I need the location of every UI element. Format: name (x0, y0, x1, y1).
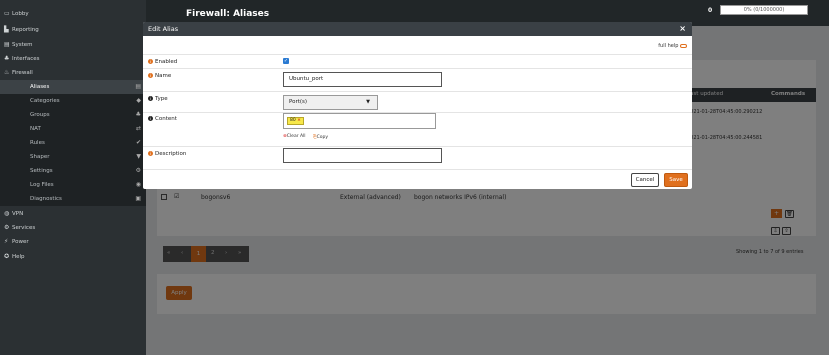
sidebar-item-label: Interfaces (12, 56, 40, 62)
life-ring-icon: ✪ (4, 253, 10, 260)
eye-icon: ◉ (135, 181, 141, 188)
sidebar-item-label: Services (12, 225, 36, 231)
fire-icon: ♨ (4, 69, 10, 76)
sidebar-item-label: Power (12, 239, 29, 245)
form-row-type: i Type Port(s) ▼ (143, 91, 692, 112)
sidebar-item-label: System (12, 42, 33, 48)
sidebar-item-firewall[interactable]: ♨ Firewall (0, 66, 146, 80)
sidebar-item-label: Help (12, 254, 25, 260)
sidebar-item-label: Diagnostics (30, 196, 62, 202)
check-icon: ✔ (135, 139, 141, 146)
sidebar-item-label: VPN (12, 211, 24, 217)
cogs-icon: ⚙ (135, 167, 141, 174)
sidebar-item-diagnostics[interactable]: Diagnostics ▣ (0, 192, 146, 207)
toggle-off-icon (680, 43, 687, 48)
enabled-label: i Enabled (148, 59, 178, 65)
full-help-label: full help (658, 43, 679, 49)
plug-icon: ⚡ (4, 238, 9, 245)
name-input[interactable]: Ubuntu_port (283, 72, 442, 87)
content-tag[interactable]: 80 × (287, 117, 304, 125)
sidebar-item-power[interactable]: ⚡ Power (0, 235, 146, 249)
sidebar-item-label: Groups (30, 112, 50, 118)
info-icon[interactable]: i (148, 59, 153, 64)
enabled-checkbox[interactable]: ✓ (283, 58, 289, 64)
tag-icon: ◆ (136, 97, 141, 104)
form-row-enabled: i Enabled ✓ (143, 54, 692, 68)
sidebar-item-label: Aliases (30, 84, 50, 90)
usage-bar: 0% (0/1000000) (720, 5, 808, 15)
remove-tag-icon[interactable]: × (297, 118, 301, 123)
info-icon[interactable]: i (148, 116, 153, 121)
laptop-icon: ▭ (4, 10, 10, 17)
full-help-toggle[interactable]: full help (658, 43, 687, 49)
form-row-content: i Content 80 × ⊗Clear All ⎘Copy (143, 112, 692, 146)
sidebar: ▭ Lobby ▙ Reporting ▤ System ♣ Interfaces ♨ F… (0, 0, 146, 355)
sidebar-item-categories[interactable]: Categories ◆ (0, 94, 146, 109)
page-title: Firewall: Aliases (186, 9, 270, 19)
dialog-title: Edit Alias (148, 25, 179, 33)
globe-icon: ◍ (4, 210, 10, 217)
content-label: i Content (148, 116, 177, 122)
info-icon[interactable]: i (148, 151, 153, 156)
description-input[interactable] (283, 148, 442, 163)
sidebar-item-label: NAT (30, 126, 41, 132)
type-select[interactable]: Port(s) ▼ (283, 95, 378, 110)
exchange-icon: ⇄ (135, 125, 141, 132)
sitemap-icon: ♣ (4, 55, 10, 62)
chart-icon: ▙ (4, 26, 9, 33)
sidebar-item-aliases[interactable]: Aliases ▤ (0, 80, 146, 95)
form-row-description: i Description (143, 146, 692, 169)
sidebar-item-vpn[interactable]: ◍ VPN (0, 207, 146, 221)
sidebar-item-help[interactable]: ✪ Help (0, 250, 146, 264)
form-row-name: i Name Ubuntu_port (143, 68, 692, 91)
medkit-icon: ▣ (135, 195, 141, 202)
sidebar-item-log-files[interactable]: Log Files ◉ (0, 178, 146, 193)
sidebar-item-services[interactable]: ⚙ Services (0, 221, 146, 235)
sidebar-item-interfaces[interactable]: ♣ Interfaces (0, 52, 146, 66)
sidebar-item-shaper[interactable]: Shaper ▼ (0, 150, 146, 165)
sidebar-item-rules[interactable]: Rules ✔ (0, 136, 146, 151)
sidebar-item-label: Log Files (30, 182, 54, 188)
sidebar-item-label: Shaper (30, 154, 50, 160)
clear-all-link[interactable]: ⊗Clear All (283, 134, 306, 139)
sidebar-item-label: Settings (30, 168, 53, 174)
sidebar-item-nat[interactable]: NAT ⇄ (0, 122, 146, 137)
sidebar-item-label: Rules (30, 140, 45, 146)
dialog-header: Edit Alias × (143, 22, 692, 36)
sidebar-item-label: Firewall (12, 70, 33, 76)
close-icon[interactable]: × (679, 22, 686, 36)
type-label: i Type (148, 96, 168, 102)
info-icon[interactable]: i (148, 96, 153, 101)
counter-badge: 0 (708, 7, 713, 14)
cancel-button[interactable]: Cancel (631, 173, 659, 187)
description-label: i Description (148, 151, 187, 157)
list-icon: ▤ (135, 83, 141, 90)
dialog-footer: Cancel Save (143, 169, 692, 189)
sidebar-item-groups[interactable]: Groups ♣ (0, 108, 146, 123)
name-label: i Name (148, 73, 172, 79)
sidebar-item-label: Categories (30, 98, 60, 104)
sidebar-item-label: Lobby (12, 11, 29, 17)
info-icon[interactable]: i (148, 73, 153, 78)
sidebar-item-system[interactable]: ▤ System (0, 38, 146, 52)
sidebar-item-settings[interactable]: Settings ⚙ (0, 164, 146, 179)
copy-link[interactable]: ⎘Copy (313, 134, 328, 140)
filter-icon: ▼ (136, 153, 141, 160)
edit-alias-dialog: Edit Alias × full help i Enabled ✓ i Name … (143, 22, 692, 189)
caret-down-icon: ▼ (366, 99, 370, 105)
server-icon: ▤ (4, 41, 10, 48)
sitemap-icon: ♣ (135, 111, 141, 118)
sidebar-item-lobby[interactable]: ▭ Lobby (0, 7, 146, 21)
sidebar-item-reporting[interactable]: ▙ Reporting (0, 23, 146, 37)
save-button[interactable]: Save (664, 173, 688, 187)
sidebar-item-label: Reporting (12, 27, 39, 33)
cog-icon: ⚙ (4, 224, 10, 231)
content-tags-input[interactable]: 80 × (283, 113, 436, 129)
